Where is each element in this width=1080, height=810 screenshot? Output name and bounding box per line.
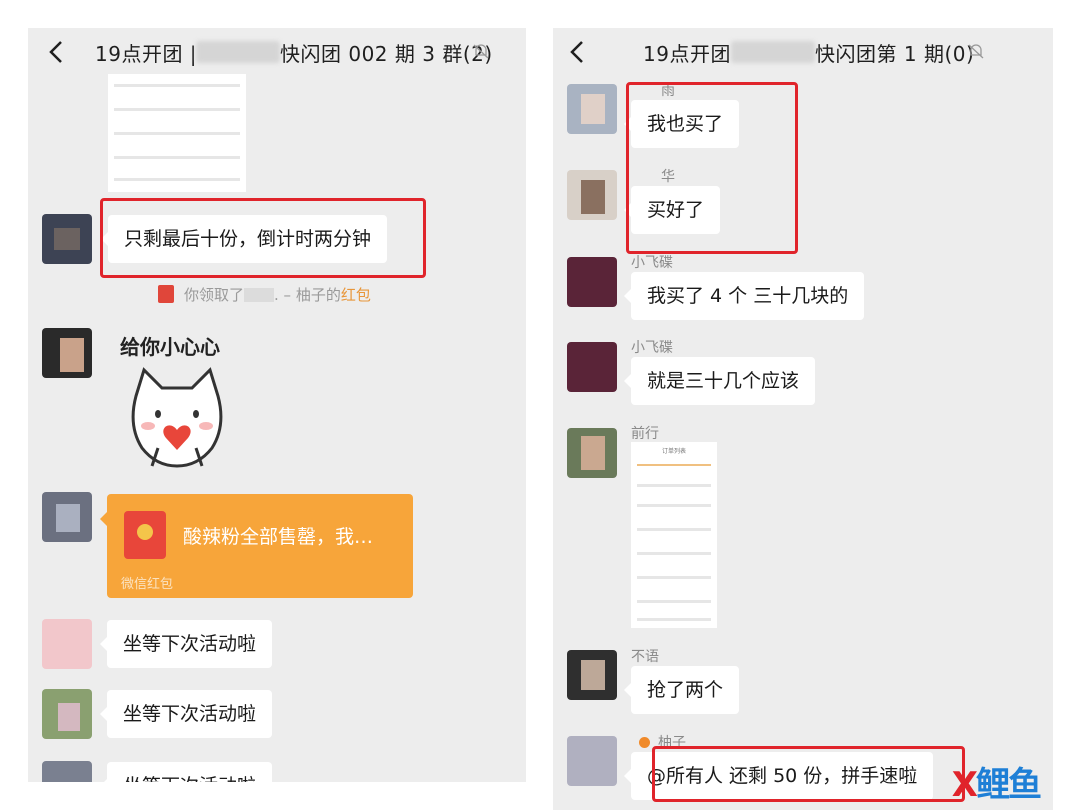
sender-name: 前行: [631, 426, 659, 442]
message-bubble: 我买了 4 个 三十几块的: [623, 272, 865, 320]
message-bubble: 坐等下次活动啦: [99, 762, 273, 782]
red-packet-footer: 微信红包: [121, 577, 174, 592]
back-arrow-icon[interactable]: [42, 37, 72, 67]
system-message: 你领取了. – 柚子的红包: [158, 284, 371, 305]
red-packet-icon: [158, 285, 174, 303]
back-arrow-icon[interactable]: [563, 37, 593, 67]
order-list-screenshot-thumbnail[interactable]: 订单列表: [631, 442, 717, 628]
mute-bell-icon: [968, 44, 984, 59]
red-packet-text: 酸辣粉全部售罄，我…: [183, 526, 374, 548]
sender-name: 小飞碟: [631, 340, 673, 356]
avatar[interactable]: [567, 736, 617, 786]
left-chat-title-prefix: 19点开团 |: [95, 42, 198, 66]
message-bubble: 就是三十几个应该: [623, 357, 816, 405]
image-message-thumbnail[interactable]: [108, 74, 246, 192]
orange-emoji-icon: [639, 737, 650, 748]
avatar[interactable]: [42, 761, 92, 782]
avatar[interactable]: [567, 650, 617, 700]
sender-name: 小飞碟: [631, 255, 673, 271]
left-chat-title-suffix: 快闪团 002 期 3 群(2): [280, 42, 493, 66]
sticker-caption: 给你小心心: [120, 335, 220, 359]
avatar[interactable]: [42, 328, 92, 378]
left-chat-header: 19点开团 | 快闪团 002 期 3 群(2): [28, 28, 526, 78]
redacted-name: [731, 41, 815, 63]
message-bubble: 抢了两个: [623, 666, 740, 714]
avatar[interactable]: [567, 428, 617, 478]
message-bubble: 坐等下次活动啦: [99, 690, 273, 738]
red-packet-icon: [124, 511, 166, 559]
avatar[interactable]: [42, 619, 92, 669]
avatar[interactable]: [567, 170, 617, 220]
red-packet-link[interactable]: 红包: [341, 286, 371, 304]
left-chat-window: 19点开团 | 快闪团 002 期 3 群(2) 只剩最后十份，倒计时两分钟 你…: [28, 28, 526, 782]
avatar[interactable]: [42, 689, 92, 739]
right-chat-header: 19点开团 快闪团第 1 期(0): [553, 28, 1053, 78]
avatar[interactable]: [567, 257, 617, 307]
right-chat-window: 19点开团 快闪团第 1 期(0) 雨 我也买了 华 买好了 小飞碟 我买了 4…: [553, 28, 1053, 810]
red-packet-message[interactable]: 酸辣粉全部售罄，我… 微信红包: [100, 494, 413, 598]
highlight-box: [652, 746, 965, 802]
highlight-box: [626, 82, 798, 254]
right-chat-title-prefix: 19点开团: [643, 42, 731, 66]
right-chat-title-suffix: 快闪团第 1 期(0): [815, 42, 975, 66]
cat-heart-sticker-icon[interactable]: [122, 366, 232, 474]
message-bubble: 坐等下次活动啦: [99, 620, 273, 668]
watermark-logo: X鲤鱼: [951, 765, 1042, 805]
avatar[interactable]: [567, 342, 617, 392]
sender-name: 不语: [631, 649, 659, 665]
avatar[interactable]: [42, 492, 92, 542]
avatar[interactable]: [567, 84, 617, 134]
avatar[interactable]: [42, 214, 92, 264]
redacted-name: [196, 41, 280, 63]
highlight-box: [100, 198, 426, 278]
mute-bell-icon: [473, 44, 489, 59]
